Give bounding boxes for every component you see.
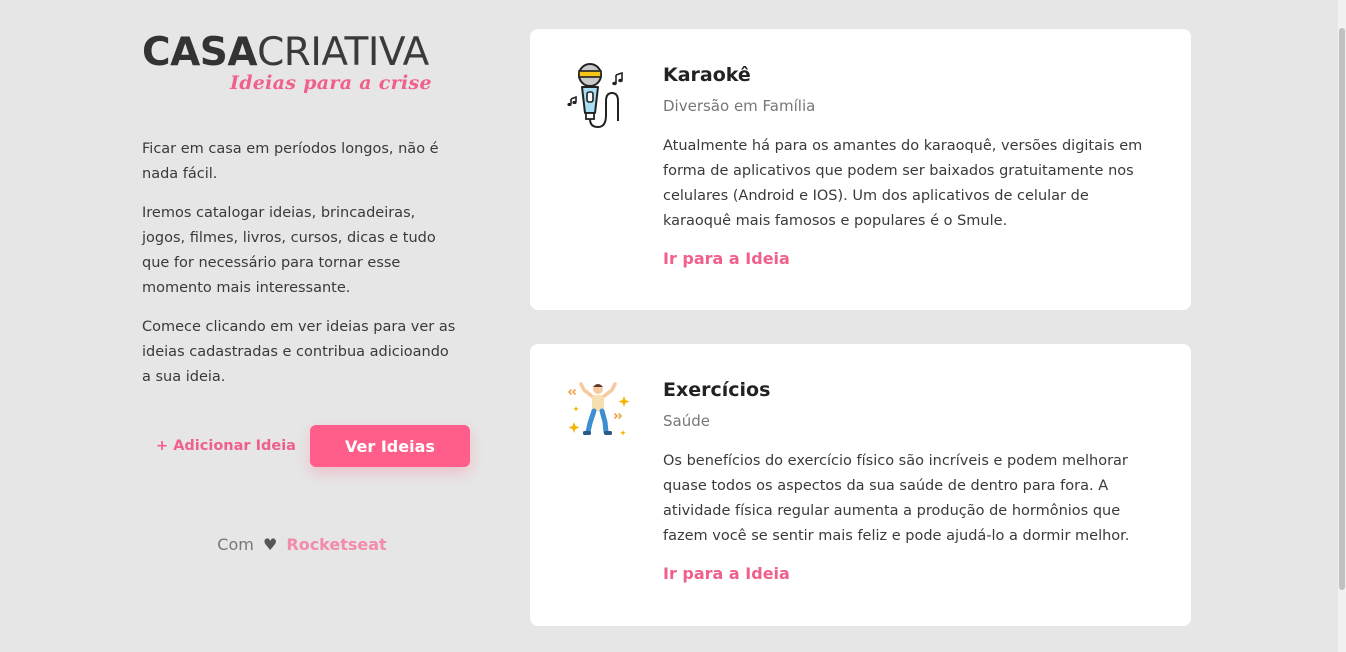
scrollbar[interactable] bbox=[1338, 0, 1346, 652]
go-to-idea-link[interactable]: Ir para a Ideia bbox=[663, 564, 790, 583]
idea-category: Diversão em Família bbox=[663, 97, 816, 115]
logo-wordmark-part1: CASA bbox=[142, 30, 258, 75]
footer-prefix: Com bbox=[217, 535, 254, 554]
go-to-idea-link[interactable]: Ir para a Ideia bbox=[663, 249, 790, 268]
idea-title: Karaokê bbox=[663, 64, 751, 86]
intro-text: Ficar em casa em períodos longos, não é … bbox=[142, 137, 460, 390]
rocketseat-link[interactable]: Rocketseat bbox=[286, 535, 386, 554]
microphone-icon bbox=[566, 61, 630, 129]
logo: CASACRIATIVA Ideias para a crise bbox=[142, 30, 462, 100]
idea-category: Saúde bbox=[663, 412, 710, 430]
dancing-person-icon bbox=[566, 376, 630, 444]
idea-card-body: Karaokê Diversão em Família Atualmente h… bbox=[663, 61, 1158, 268]
intro-paragraph-2: Iremos catalogar ideias, brincadeiras, j… bbox=[142, 205, 436, 296]
logo-tagline: Ideias para a crise bbox=[230, 72, 432, 94]
scrollbar-thumb[interactable] bbox=[1339, 28, 1345, 590]
actions: + Adicionar Ideia Ver Ideias bbox=[156, 425, 470, 467]
idea-card-body: Exercícios Saúde Os benefícios do exercí… bbox=[663, 376, 1158, 583]
heart-icon: ♥ bbox=[262, 535, 278, 554]
page: CASACRIATIVA Ideias para a crise Ficar e… bbox=[0, 0, 1346, 652]
footer: Com ♥ Rocketseat bbox=[142, 535, 462, 554]
intro-paragraph-1: Ficar em casa em períodos longos, não é … bbox=[142, 141, 439, 182]
sidebar: CASACRIATIVA Ideias para a crise Ficar e… bbox=[142, 30, 470, 554]
add-idea-link[interactable]: + Adicionar Ideia bbox=[156, 438, 296, 454]
intro-paragraph-3: Comece clicando em ver ideias para ver a… bbox=[142, 319, 456, 385]
view-ideas-button[interactable]: Ver Ideias bbox=[309, 425, 470, 467]
idea-card: Karaokê Diversão em Família Atualmente h… bbox=[530, 29, 1191, 310]
idea-description: Atualmente há para os amantes do karaoqu… bbox=[663, 138, 1143, 229]
idea-description: Os benefícios do exercício físico são in… bbox=[663, 453, 1130, 544]
idea-title: Exercícios bbox=[663, 379, 771, 401]
logo-wordmark: CASACRIATIVA bbox=[142, 30, 462, 76]
idea-card: Exercícios Saúde Os benefícios do exercí… bbox=[530, 344, 1191, 626]
logo-wordmark-part2: CRIATIVA bbox=[257, 30, 429, 75]
